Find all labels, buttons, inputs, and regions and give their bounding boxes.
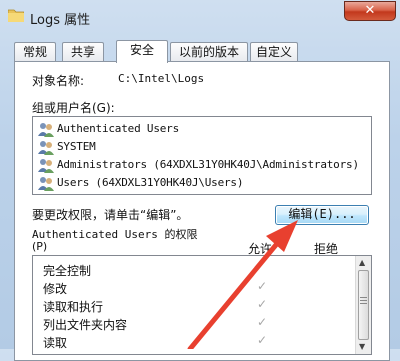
allow-check-icon: ✓ (257, 279, 268, 293)
table-row: 读取 ✓ (43, 333, 353, 351)
tab-strip: 常规 共享 安全 以前的版本 自定义 (14, 40, 394, 63)
list-item[interactable]: Administrators (64XDXL31Y0HK40J\Administ… (37, 156, 367, 174)
table-row: 完全控制 (43, 261, 353, 279)
object-name-label: 对象名称: (32, 74, 85, 88)
table-row: 读取和执行 ✓ (43, 297, 353, 315)
list-item[interactable]: Authenticated Users (37, 120, 367, 138)
user-group-icon (38, 177, 54, 191)
object-name-value: C:\Intel\Logs (118, 72, 205, 85)
tab-customize[interactable]: 自定义 (250, 42, 298, 62)
scroll-thumb[interactable] (358, 270, 369, 340)
edit-button[interactable]: 编辑(E)... (275, 205, 369, 225)
tab-previous-versions[interactable]: 以前的版本 (170, 42, 248, 62)
scroll-up-icon[interactable]: ▲ (359, 258, 365, 267)
users-listbox[interactable]: Authenticated Users SYSTEM Administrator… (32, 116, 372, 195)
permissions-header: Authenticated Users 的权限 (32, 228, 198, 241)
list-item[interactable]: Users (64XDXL31Y0HK40J\Users) (37, 174, 367, 192)
tab-sharing[interactable]: 共享 (62, 42, 104, 62)
user-group-icon (38, 123, 54, 137)
scroll-down-icon[interactable]: ▼ (359, 342, 365, 351)
user-label: SYSTEM (57, 140, 96, 153)
user-group-icon (38, 159, 54, 173)
grip-icon (360, 297, 367, 298)
folder-icon (8, 9, 24, 22)
allow-check-icon: ✓ (257, 315, 268, 329)
permissions-accel: (P) (32, 240, 48, 253)
scrollbar[interactable]: ▲ ▼ (355, 256, 371, 354)
close-button[interactable]: ✕ (344, 1, 396, 21)
list-item[interactable]: SYSTEM (37, 138, 367, 156)
table-row: 修改 ✓ (43, 279, 353, 297)
title-bar: Logs 属性 ✕ (0, 0, 400, 34)
permission-name: 完全控制 (43, 264, 92, 278)
user-label: Authenticated Users (57, 122, 180, 135)
window-title: Logs 属性 (30, 13, 91, 28)
table-row: 列出文件夹内容 ✓ (43, 315, 353, 333)
permission-name: 读取和执行 (43, 300, 104, 314)
permissions-list: 完全控制 修改 ✓ 读取和执行 ✓ 列出文件夹内容 ✓ 读取 ✓ ▲ ▼ (32, 255, 372, 355)
user-group-icon (38, 141, 54, 155)
permission-name: 修改 (43, 282, 68, 296)
allow-check-icon: ✓ (257, 333, 268, 347)
permission-name: 读取 (43, 336, 68, 350)
tab-security[interactable]: 安全 (116, 40, 168, 63)
groups-label: 组或用户名(G): (32, 101, 115, 115)
user-label: Users (64XDXL31Y0HK40J\Users) (57, 176, 244, 189)
permission-name: 列出文件夹内容 (43, 318, 128, 332)
tab-general[interactable]: 常规 (14, 42, 56, 62)
allow-check-icon: ✓ (257, 297, 268, 311)
user-label: Administrators (64XDXL31Y0HK40J\Administ… (57, 158, 359, 171)
edit-hint: 要更改权限，请单击“编辑”。 (32, 208, 189, 222)
